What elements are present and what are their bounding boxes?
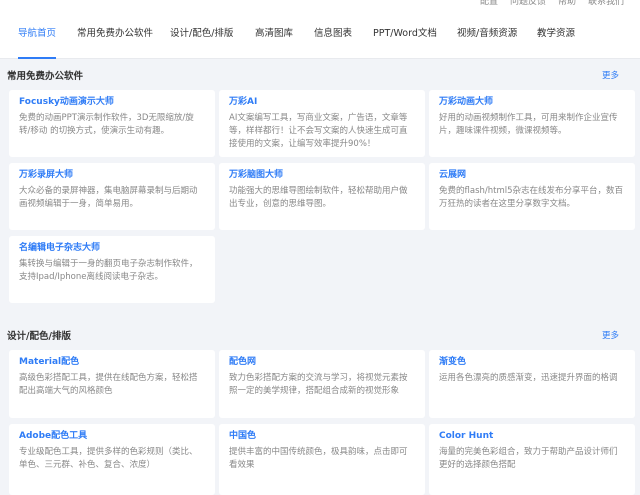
nav-tabs: 导航首页 常用免费办公软件 设计/配色/排版 高清图库 信息图表 PPT/Wor… xyxy=(0,9,640,59)
card-wancai-ai[interactable]: 万彩AI AI文案编写工具，写商业文案，广告语，文章等等，样样都行！让不会写文案… xyxy=(219,90,425,157)
card-peise[interactable]: 配色网 致力色彩搭配方案的交流与学习，将视觉元素按照一定的美学规律，搭配组合成新… xyxy=(219,350,425,418)
more-link[interactable]: 更多 xyxy=(602,329,619,341)
card-desc: 致力色彩搭配方案的交流与学习，将视觉元素按照一定的美学规律，搭配组合成新的视觉形… xyxy=(229,373,408,396)
card-desc: 运用各色漂亮的质感渐变，迅速提升界面的格调 xyxy=(439,373,618,383)
card-gradient[interactable]: 渐变色 运用各色漂亮的质感渐变，迅速提升界面的格调 xyxy=(429,350,635,418)
feedback-link[interactable]: 问题反馈 xyxy=(510,0,546,8)
card-mindmap[interactable]: 万彩脑图大师 功能强大的思维导图绘制软件，轻松帮助用户做出专业，创意的思维导图。 xyxy=(219,163,425,230)
card-desc: AI文案编写工具，写商业文案，广告语，文章等等，样样都行！让不会写文案的人快速生… xyxy=(229,113,408,149)
card-china-color[interactable]: 中国色 提供丰富的中国传统颜色，极具韵味，点击即可看效果 xyxy=(219,424,425,495)
card-title[interactable]: 配色网 xyxy=(229,356,415,368)
card-title[interactable]: 渐变色 xyxy=(439,356,625,368)
card-title[interactable]: 名编辑电子杂志大师 xyxy=(19,242,205,254)
card-title[interactable]: 万彩动画大师 xyxy=(439,96,625,108)
card-wancai-animation[interactable]: 万彩动画大师 好用的动画视频制作工具，可用来制作企业宣传片，趣味课件视频，微课视… xyxy=(429,90,635,157)
tab-home[interactable]: 导航首页 xyxy=(18,23,57,59)
card-color-hunt[interactable]: Color Hunt 海量的完美色彩组合，致力于帮助产品设计师们更好的选择颜色搭… xyxy=(429,424,635,495)
tab-video-audio[interactable]: 视频/音频资源 xyxy=(457,23,517,59)
tab-ppt-word[interactable]: PPT/Word文档 xyxy=(373,23,437,59)
card-title[interactable]: Material配色 xyxy=(19,356,205,368)
card-title[interactable]: Adobe配色工具 xyxy=(19,430,205,442)
top-links: 配置 问题反馈 帮助 联系我们 xyxy=(480,0,624,8)
card-desc: 专业级配色工具，提供多样的色彩规则（类比、单色、三元群、补色、复合、浓度） xyxy=(19,447,198,470)
card-title[interactable]: Focusky动画演示大师 xyxy=(19,96,205,108)
section-office-header: 常用免费办公软件 更多 xyxy=(7,68,633,84)
card-desc: 功能强大的思维导图绘制软件，轻松帮助用户做出专业，创意的思维导图。 xyxy=(229,186,408,209)
card-desc: 海量的完美色彩组合，致力于帮助产品设计师们更好的选择颜色搭配 xyxy=(439,447,618,470)
card-desc: 高级色彩搭配工具，提供在线配色方案，轻松搭配出高端大气的风格颜色 xyxy=(19,373,198,396)
card-title[interactable]: 云展网 xyxy=(439,169,625,181)
card-material-color[interactable]: Material配色 高级色彩搭配工具，提供在线配色方案，轻松搭配出高端大气的风… xyxy=(9,350,215,418)
contact-link[interactable]: 联系我们 xyxy=(588,0,624,8)
section-title: 常用免费办公软件 xyxy=(7,71,84,82)
card-desc: 免费的flash/html5杂志在线发布分享平台，数百万狂热的读者在这里分享数字… xyxy=(439,186,624,209)
tab-teaching[interactable]: 教学资源 xyxy=(537,23,575,59)
card-title[interactable]: 万彩AI xyxy=(229,96,415,108)
card-desc: 好用的动画视频制作工具，可用来制作企业宣传片，趣味课件视频，微课视频等。 xyxy=(439,113,618,136)
card-title[interactable]: 万彩脑图大师 xyxy=(229,169,415,181)
card-adobe-color[interactable]: Adobe配色工具 专业级配色工具，提供多样的色彩规则（类比、单色、三元群、补色… xyxy=(9,424,215,495)
card-yunzhan[interactable]: 云展网 免费的flash/html5杂志在线发布分享平台，数百万狂热的读者在这里… xyxy=(429,163,635,230)
top-bar: 配置 问题反馈 帮助 联系我们 xyxy=(0,0,640,9)
more-link[interactable]: 更多 xyxy=(602,69,619,81)
card-screen-recorder[interactable]: 万彩录屏大师 大众必备的录屏神器，集电脑屏幕录制与后期动画视频编辑于一身，简单易… xyxy=(9,163,215,230)
tab-design[interactable]: 设计/配色/排版 xyxy=(170,23,233,59)
card-desc: 集转换与编辑于一身的翻页电子杂志制作软件，支持Ipad/Iphone离线阅读电子… xyxy=(19,259,198,282)
card-desc: 提供丰富的中国传统颜色，极具韵味，点击即可看效果 xyxy=(229,447,408,470)
card-desc: 大众必备的录屏神器，集电脑屏幕录制与后期动画视频编辑于一身，简单易用。 xyxy=(19,186,198,209)
card-title[interactable]: Color Hunt xyxy=(439,430,625,442)
card-magazine[interactable]: 名编辑电子杂志大师 集转换与编辑于一身的翻页电子杂志制作软件，支持Ipad/Ip… xyxy=(9,236,215,303)
card-desc: 免费的动画PPT演示制作软件，3D无限缩放/旋转/移动 的切换方式，使演示生动有… xyxy=(19,113,194,136)
card-title[interactable]: 中国色 xyxy=(229,430,415,442)
tab-images[interactable]: 高清图库 xyxy=(255,23,293,59)
card-title[interactable]: 万彩录屏大师 xyxy=(19,169,205,181)
section-design-header: 设计/配色/排版 更多 xyxy=(7,328,633,344)
tab-office-software[interactable]: 常用免费办公软件 xyxy=(77,23,153,59)
config-link[interactable]: 配置 xyxy=(480,0,498,8)
tab-infographics[interactable]: 信息图表 xyxy=(314,23,352,59)
section-title: 设计/配色/排版 xyxy=(7,331,71,342)
card-focusky[interactable]: Focusky动画演示大师 免费的动画PPT演示制作软件，3D无限缩放/旋转/移… xyxy=(9,90,215,157)
help-link[interactable]: 帮助 xyxy=(558,0,576,8)
